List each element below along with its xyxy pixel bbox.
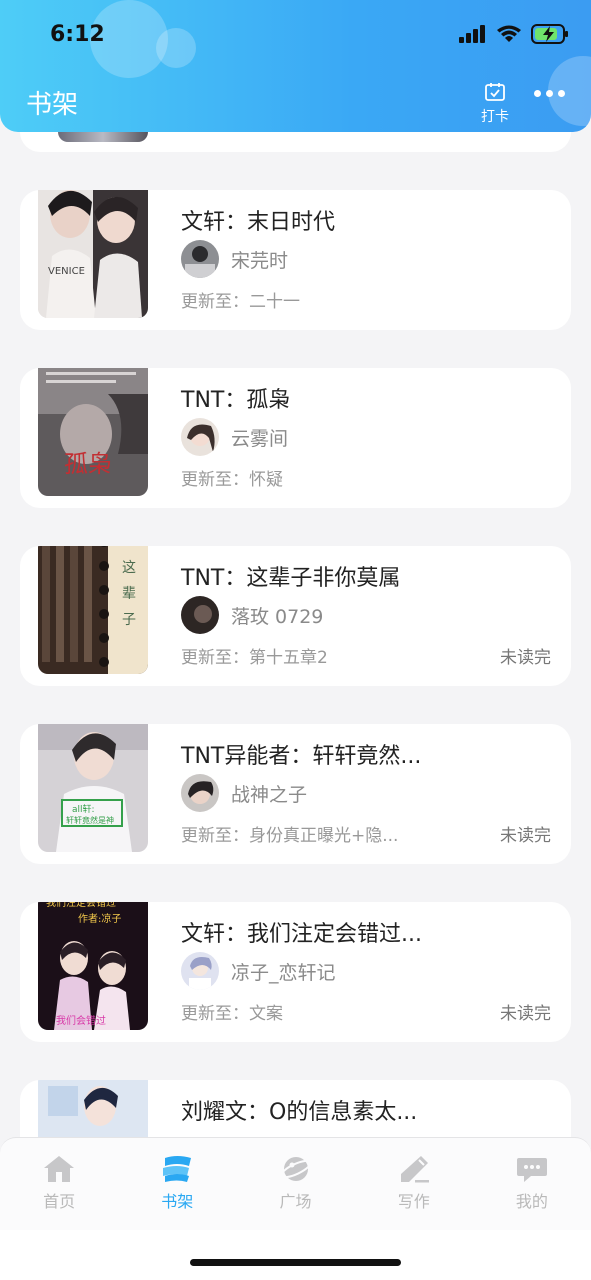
tab-label: 书架 <box>161 1192 194 1211</box>
unread-badge: 未读完 <box>500 826 551 846</box>
book-card[interactable]: all轩: 轩轩竟然是神 TNT异能者：轩轩竟然... 战神之子 更新至：身份真… <box>20 724 571 864</box>
svg-text:VENICE: VENICE <box>48 266 85 277</box>
book-cover: 我们注定会错过 作者:凉子 我们会错过 <box>38 902 148 1030</box>
svg-text:轩轩竟然是神: 轩轩竟然是神 <box>66 815 114 825</box>
author-name: 宋芫时 <box>231 249 289 272</box>
book-card[interactable]: 孤枭 TNT：孤枭 云雾间 更新至：怀疑 <box>20 368 571 508</box>
home-indicator[interactable] <box>190 1259 401 1266</box>
svg-text:孤枭: 孤枭 <box>64 450 112 478</box>
tab-bookshelf[interactable]: 书架 <box>118 1138 236 1230</box>
unread-badge: 未读完 <box>500 648 551 668</box>
book-cover: 孤枭 <box>38 368 148 496</box>
author-avatar <box>181 952 219 990</box>
tab-label: 首页 <box>43 1192 76 1211</box>
tab-home[interactable]: 首页 <box>0 1138 118 1230</box>
update-status: 更新至：怀疑 <box>181 470 283 490</box>
page-title: 书架 <box>26 90 79 120</box>
more-dot-icon <box>546 90 553 97</box>
svg-text:子: 子 <box>122 612 136 628</box>
book-title: TNT：孤枭 <box>181 388 291 413</box>
tab-label: 广场 <box>279 1192 312 1211</box>
book-cover: 这 辈 子 <box>38 546 148 674</box>
bookshelf-list: VENICE 文轩：末日时代 宋芫时 更新至：二十一 孤枭 TNT：孤枭 云雾间… <box>0 0 591 1280</box>
tab-write[interactable]: 写作 <box>355 1138 473 1230</box>
svg-text:我们注定会错过: 我们注定会错过 <box>46 902 116 909</box>
book-title: 刘耀文：O的信息素太... <box>181 1100 418 1125</box>
book-cover: VENICE <box>38 190 148 318</box>
tab-square[interactable]: 广场 <box>236 1138 354 1230</box>
svg-text:辈: 辈 <box>122 586 136 602</box>
book-card[interactable]: VENICE 文轩：末日时代 宋芫时 更新至：二十一 <box>20 190 571 330</box>
tab-label: 我的 <box>515 1192 548 1211</box>
author-name: 凉子_恋轩记 <box>231 961 336 984</box>
app-header: 6:12 书架 打卡 <box>0 0 591 132</box>
svg-text:all轩:: all轩: <box>72 803 95 815</box>
author-avatar <box>181 596 219 634</box>
book-card[interactable]: 这 辈 子 TNT：这辈子非你莫属 落玫 0729 更新至：第十五章2 未读完 <box>20 546 571 686</box>
update-status: 更新至：二十一 <box>181 292 300 312</box>
more-menu-button[interactable] <box>534 90 565 97</box>
more-dot-icon <box>558 90 565 97</box>
bottom-safe-area <box>0 1229 591 1280</box>
author-name: 战神之子 <box>231 783 308 806</box>
home-icon <box>44 1156 75 1182</box>
author-name: 云雾间 <box>231 427 289 450</box>
svg-text:我们会错过: 我们会错过 <box>56 1014 106 1027</box>
update-status: 更新至：第十五章2 <box>181 648 328 668</box>
update-status: 更新至：身份真正曝光+隐... <box>181 826 399 846</box>
book-cover: all轩: 轩轩竟然是神 <box>38 724 148 852</box>
book-title: TNT异能者：轩轩竟然... <box>181 744 422 769</box>
book-title: TNT：这辈子非你莫属 <box>181 566 401 591</box>
book-title: 文轩：我们注定会错过... <box>181 922 422 947</box>
bottom-tab-bar: 首页 书架 广场 写作 我的 <box>0 1137 591 1230</box>
book-title: 文轩：末日时代 <box>181 210 336 235</box>
author-avatar <box>181 240 219 278</box>
author-name: 落玫 0729 <box>231 605 324 628</box>
update-status: 更新至：文案 <box>181 1004 283 1024</box>
wifi-icon <box>497 25 521 42</box>
author-avatar <box>181 418 219 456</box>
book-card[interactable]: 我们注定会错过 作者:凉子 我们会错过 文轩：我们注定会错过... 凉子_恋轩记… <box>20 902 571 1042</box>
checkin-label: 打卡 <box>481 109 509 125</box>
pen-icon <box>400 1156 429 1183</box>
svg-text:这: 这 <box>122 559 136 576</box>
status-icons <box>459 24 569 44</box>
unread-badge: 未读完 <box>500 1004 551 1024</box>
planet-icon <box>279 1157 312 1181</box>
status-time: 6:12 <box>50 22 105 47</box>
chat-bubble-icon <box>516 1158 547 1182</box>
author-avatar <box>181 774 219 812</box>
calendar-check-icon <box>485 83 505 101</box>
checkin-button[interactable]: 打卡 <box>476 82 514 126</box>
svg-text:作者:凉子: 作者:凉子 <box>78 912 121 925</box>
bookshelf-icon <box>163 1156 192 1182</box>
tab-mine[interactable]: 我的 <box>473 1138 591 1230</box>
tab-label: 写作 <box>397 1192 430 1211</box>
more-dot-icon <box>534 90 541 97</box>
battery-charging-icon <box>531 24 568 44</box>
signal-icon <box>459 25 485 43</box>
